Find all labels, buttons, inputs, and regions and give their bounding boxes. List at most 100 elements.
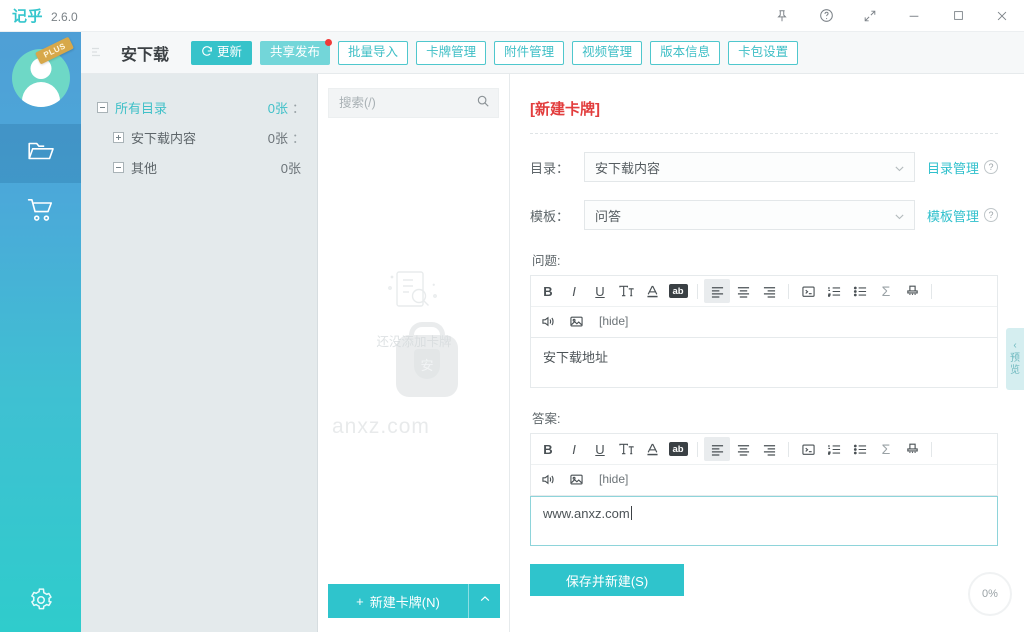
ordered-list-button[interactable] bbox=[821, 437, 847, 461]
tree-item-all[interactable]: 所有目录 0张 ： bbox=[81, 92, 317, 122]
font-color-button[interactable] bbox=[639, 437, 665, 461]
directory-select[interactable]: 安下载内容 bbox=[584, 152, 915, 182]
share-publish-button[interactable]: 共享发布 bbox=[260, 38, 333, 65]
clear-format-button[interactable] bbox=[613, 437, 639, 461]
version-info-button[interactable]: 版本信息 bbox=[650, 40, 721, 65]
search-input[interactable] bbox=[337, 95, 472, 111]
refresh-button[interactable]: 更新 bbox=[191, 40, 253, 65]
audio-icon[interactable] bbox=[535, 467, 561, 491]
eraser-button[interactable] bbox=[899, 437, 925, 461]
brand-version: 2.6.0 bbox=[51, 10, 78, 24]
sigma-icon: Σ bbox=[881, 283, 891, 299]
align-center-button[interactable] bbox=[730, 437, 756, 461]
header-toolbar: 更新 共享发布 批量导入 卡牌管理 附件管理 视频管理 版本信息 卡包设置 bbox=[191, 38, 799, 65]
underline-button[interactable]: U bbox=[587, 437, 613, 461]
preview-label-1: 预 bbox=[1010, 352, 1020, 364]
tree-item-anxiazai[interactable]: 安下载内容 0张 ： bbox=[81, 122, 317, 152]
help-icon[interactable] bbox=[804, 0, 848, 32]
ordered-list-button[interactable] bbox=[821, 279, 847, 303]
watermark-mark: 安 bbox=[414, 349, 440, 379]
close-icon[interactable] bbox=[980, 0, 1024, 32]
code-block-button[interactable] bbox=[795, 437, 821, 461]
card-manage-button[interactable]: 卡牌管理 bbox=[416, 40, 487, 65]
sidebar-item-store[interactable] bbox=[0, 183, 81, 242]
sidebar-item-decks[interactable] bbox=[0, 124, 81, 183]
empty-state: 还没添加卡牌 bbox=[318, 264, 510, 350]
hide-tag-button[interactable]: [hide] bbox=[599, 472, 628, 486]
expand-icon[interactable] bbox=[848, 0, 892, 32]
bold-button[interactable]: B bbox=[535, 437, 561, 461]
hide-tag-button[interactable]: [hide] bbox=[599, 314, 628, 328]
code-block-button[interactable] bbox=[795, 279, 821, 303]
directory-manage-link-group[interactable]: 目录管理 ? bbox=[927, 158, 998, 177]
preview-tab[interactable]: ‹ 预 览 bbox=[1006, 328, 1024, 390]
bold-button[interactable]: B bbox=[535, 279, 561, 303]
pin-icon[interactable] bbox=[760, 0, 804, 32]
align-right-button[interactable] bbox=[756, 279, 782, 303]
collapse-toggle-icon[interactable] bbox=[113, 161, 124, 173]
minimize-icon[interactable] bbox=[892, 0, 936, 32]
tree-item-label: 其他 bbox=[131, 160, 158, 176]
help-icon[interactable]: ? bbox=[984, 160, 998, 174]
collapse-toggle-icon[interactable] bbox=[97, 101, 108, 113]
align-center-button[interactable] bbox=[730, 279, 756, 303]
italic-button[interactable]: I bbox=[561, 437, 587, 461]
batch-import-button[interactable]: 批量导入 bbox=[338, 40, 409, 65]
template-manage-link[interactable]: 模板管理 bbox=[927, 206, 979, 225]
text-cursor bbox=[630, 506, 632, 520]
answer-input[interactable]: www.anxz.com bbox=[530, 496, 998, 546]
image-icon[interactable] bbox=[563, 467, 589, 491]
cart-icon bbox=[27, 197, 55, 228]
bullet-list-button[interactable] bbox=[847, 279, 873, 303]
expand-toggle-icon[interactable] bbox=[113, 131, 124, 143]
align-left-button[interactable] bbox=[704, 279, 730, 303]
question-input[interactable]: 安下载地址 bbox=[530, 338, 998, 388]
answer-text: www.anxz.com bbox=[543, 506, 630, 521]
video-manage-label: 视频管理 bbox=[582, 45, 633, 60]
app-logo-icon bbox=[81, 32, 115, 74]
template-manage-link-group[interactable]: 模板管理 ? bbox=[927, 206, 998, 225]
question-toolbar: B I U ab Σ [hide] bbox=[530, 275, 998, 338]
italic-button[interactable]: I bbox=[561, 279, 587, 303]
save-and-new-button[interactable]: 保存并新建(S) bbox=[530, 564, 684, 596]
tree-item-other[interactable]: 其他 0张 bbox=[81, 152, 317, 182]
eraser-button[interactable] bbox=[899, 279, 925, 303]
chevron-down-icon bbox=[894, 210, 905, 225]
audio-icon[interactable] bbox=[535, 309, 561, 333]
directory-manage-link[interactable]: 目录管理 bbox=[927, 158, 979, 177]
template-field-row: 模板： 问答 模板管理 ? bbox=[530, 200, 998, 230]
align-left-button[interactable] bbox=[704, 437, 730, 461]
deck-settings-button[interactable]: 卡包设置 bbox=[728, 40, 799, 65]
clear-format-button[interactable] bbox=[613, 279, 639, 303]
search-box[interactable] bbox=[328, 88, 499, 118]
formula-button[interactable]: Σ bbox=[873, 279, 899, 303]
brand-name: 记乎 bbox=[12, 8, 44, 25]
maximize-icon[interactable] bbox=[936, 0, 980, 32]
font-color-button[interactable] bbox=[639, 279, 665, 303]
toolbar-separator bbox=[788, 441, 789, 457]
align-right-button[interactable] bbox=[756, 437, 782, 461]
formula-button[interactable]: Σ bbox=[873, 437, 899, 461]
sigma-icon: Σ bbox=[881, 441, 891, 457]
help-icon[interactable]: ? bbox=[984, 208, 998, 222]
bullet-list-button[interactable] bbox=[847, 437, 873, 461]
underline-button[interactable]: U bbox=[587, 279, 613, 303]
search-icon[interactable] bbox=[476, 94, 490, 113]
refresh-icon bbox=[201, 45, 213, 60]
video-manage-button[interactable]: 视频管理 bbox=[572, 40, 643, 65]
template-select[interactable]: 问答 bbox=[584, 200, 915, 230]
sidebar-item-settings[interactable] bbox=[0, 587, 81, 618]
progress-indicator: 0% bbox=[968, 572, 1012, 616]
attachment-manage-button[interactable]: 附件管理 bbox=[494, 40, 565, 65]
attachment-manage-label: 附件管理 bbox=[504, 45, 555, 60]
avatar[interactable]: PLUS bbox=[0, 32, 81, 124]
empty-card-icon bbox=[383, 264, 445, 319]
highlight-button[interactable]: ab bbox=[665, 279, 691, 303]
image-icon[interactable] bbox=[563, 309, 589, 333]
highlight-button[interactable]: ab bbox=[665, 437, 691, 461]
new-card-button[interactable]: + 新建卡牌(N) bbox=[328, 584, 468, 618]
new-card-options-button[interactable] bbox=[468, 584, 500, 618]
tree-item-label: 所有目录 bbox=[115, 100, 168, 116]
answer-toolbar: B I U ab Σ [hide] bbox=[530, 433, 998, 496]
editor-title: [新建卡牌] bbox=[530, 101, 600, 118]
